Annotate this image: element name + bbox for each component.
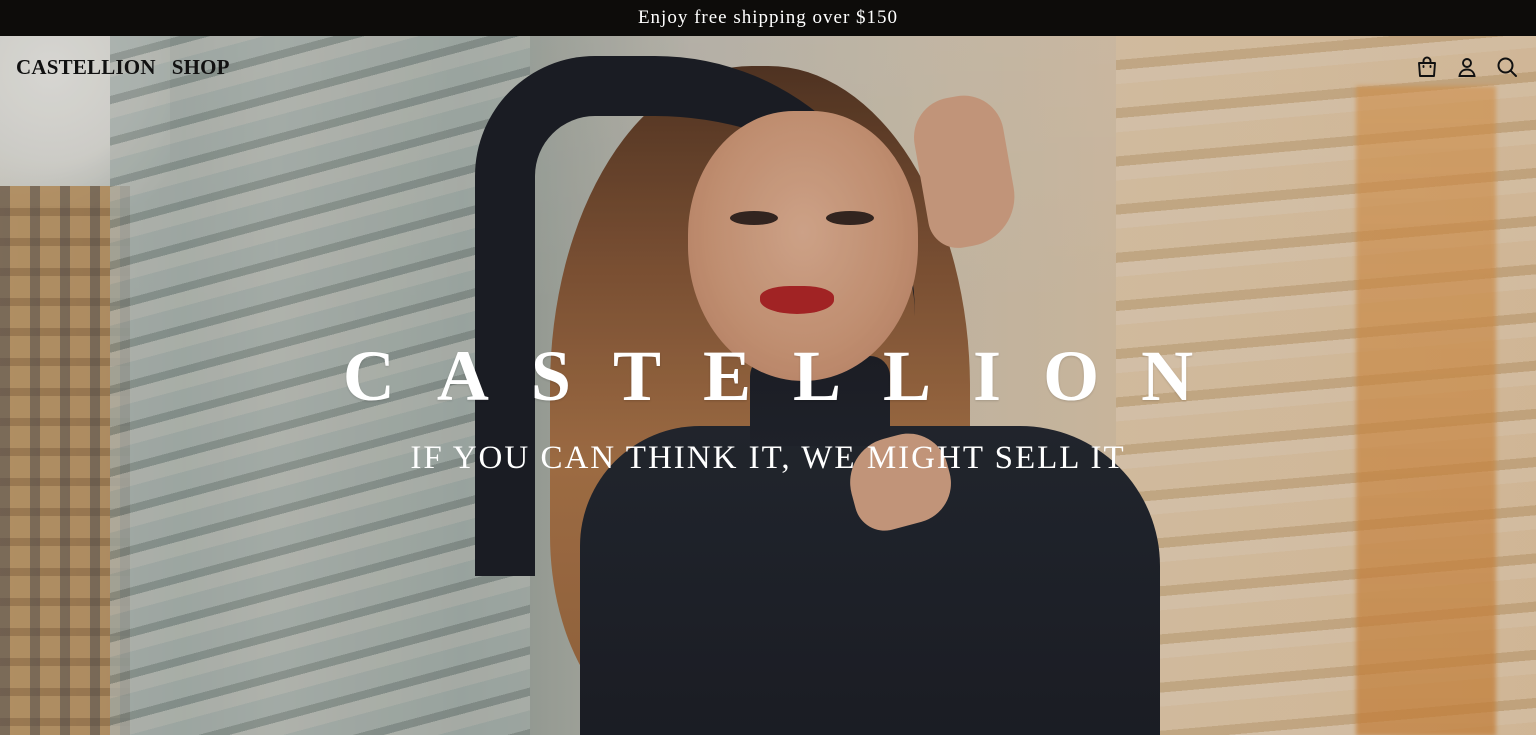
cart-icon[interactable] [1414, 54, 1440, 80]
hero-title: CASTELLION [342, 336, 1236, 416]
account-icon[interactable] [1454, 54, 1480, 80]
search-icon[interactable] [1494, 54, 1520, 80]
hero-tagline: IF YOU CAN THINK IT, WE MIGHT SELL IT [410, 440, 1126, 476]
nav-links: CASTELLION SHOP [16, 55, 230, 80]
site-header: CASTELLION SHOP [0, 36, 1536, 98]
announcement-bar: Enjoy free shipping over $150 [0, 0, 1536, 36]
nav-icons [1414, 54, 1520, 80]
announcement-text: Enjoy free shipping over $150 [637, 7, 899, 28]
shop-link[interactable]: SHOP [172, 55, 230, 80]
brand-link[interactable]: CASTELLION [16, 55, 156, 80]
